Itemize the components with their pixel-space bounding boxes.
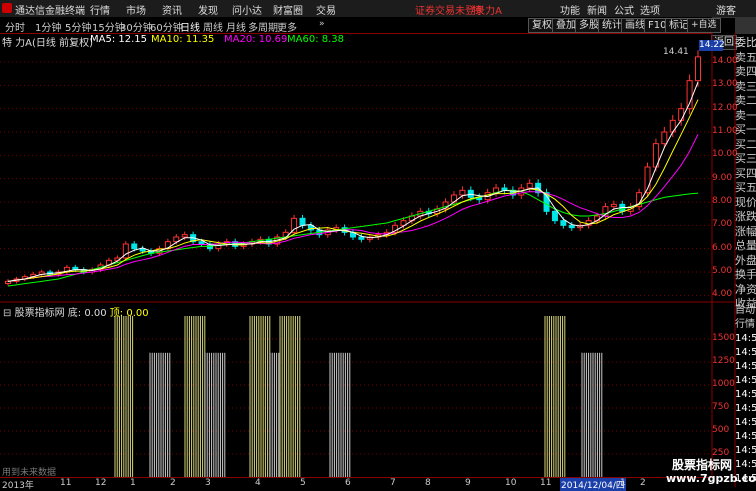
quote-label: 买三	[735, 152, 756, 165]
candle-body	[568, 224, 575, 229]
candle-body	[526, 182, 533, 189]
candle-body	[661, 131, 668, 145]
candle-body	[291, 217, 298, 233]
price-tick: 9.00	[712, 172, 733, 183]
price-tick: 8.00	[712, 196, 733, 206]
ma20-line	[7, 134, 699, 282]
indicator-bottom: 底: 0.00	[67, 308, 107, 319]
candle-body	[678, 108, 685, 121]
indicator-tick: 1500	[712, 333, 735, 343]
auto-label[interactable]: 自动	[735, 304, 756, 318]
price-tick: 14.00	[712, 56, 738, 66]
right-quote-panel: 委比 卖五 卖四 卖三 卖二 卖一 买一 买二 买三 买四 买五 现价 涨跌 涨…	[735, 36, 756, 312]
quote-label: 买一	[735, 123, 756, 136]
price-tick: 7.00	[712, 219, 733, 230]
tick-time: 14:5	[735, 361, 756, 372]
quote-label: 涨幅	[735, 224, 756, 238]
quote-label: 外盘	[735, 253, 756, 267]
price-tick: 5.00	[712, 266, 733, 276]
quote-label: 净资	[735, 282, 756, 296]
quote-label: 卖三	[735, 79, 756, 93]
quote-label: 卖五	[735, 50, 756, 64]
candle-body	[686, 80, 693, 110]
date-axis: 2013年 11 12 1 2 3 4 5 6 7 8 9 10 11 2014…	[0, 477, 712, 491]
high-price-label: 14.41	[663, 47, 689, 57]
candle-body	[5, 280, 11, 284]
tick-time: 14:5	[735, 431, 756, 442]
tick-time: 14:5	[735, 347, 756, 358]
ma5-line	[7, 81, 699, 282]
quote-label: 现价	[735, 195, 756, 209]
quote-label: 委比	[735, 36, 756, 49]
quote-label: 买四	[735, 166, 756, 180]
cursor-date: 2014/12/04/四	[560, 478, 626, 491]
tick-panel: 自动 行情 14:5 14:5 14:5 14:5 14:5 14:5 14:5…	[735, 304, 756, 486]
tick-time: 14:5	[735, 445, 756, 456]
tick-time: 14:5	[735, 459, 756, 470]
tick-label: 行情	[735, 319, 755, 330]
candle-body	[181, 234, 188, 238]
indicator-tick: 1000	[712, 379, 735, 389]
indicator-tick: 1250	[712, 356, 735, 366]
quote-label: 总量	[735, 239, 756, 252]
indicator-tick: 500	[712, 425, 730, 435]
candle-body	[610, 203, 617, 208]
candle-body	[459, 189, 466, 196]
candle-body	[299, 217, 306, 226]
candle-body	[551, 210, 558, 222]
quote-label: 买二	[735, 137, 756, 151]
price-tick: 11.00	[712, 126, 738, 136]
quote-label: 涨跌	[735, 210, 756, 223]
tick-time: 14:5	[735, 417, 756, 428]
tick-time: 14:5	[735, 389, 756, 400]
candle-body	[695, 56, 701, 82]
chart-canvas[interactable]	[0, 0, 756, 487]
candle-body	[131, 243, 138, 250]
tick-time: 14:5	[735, 375, 756, 386]
indicator-name[interactable]: 股票指标网	[15, 308, 65, 319]
watermark-url: www.7gpzb.com	[666, 472, 756, 485]
indicator-title: ⊟ 股票指标网 底: 0.00 顶: 0.00	[3, 304, 149, 319]
indicator-top: 顶: 0.00	[109, 308, 149, 319]
quote-label: 卖四	[735, 65, 756, 78]
quote-label: 卖二	[735, 94, 756, 107]
current-price-tag: 14.22	[699, 40, 725, 51]
price-tick: 12.00	[712, 102, 738, 113]
price-tick: 13.00	[712, 79, 738, 90]
candle-body	[560, 220, 567, 226]
candle-body	[198, 241, 205, 245]
ma10-line	[7, 99, 699, 282]
quote-label: 买五	[735, 181, 756, 194]
quote-label: 换手	[735, 268, 756, 281]
tick-time: 14:5	[735, 403, 756, 414]
indicator-tick: 750	[712, 402, 730, 412]
indicator-collapse-icon[interactable]: ⊟	[3, 308, 11, 319]
tick-time: 14:5	[735, 333, 756, 344]
watermark-title: 股票指标网	[672, 458, 733, 472]
x-tick: 2013年	[2, 481, 34, 491]
quote-label: 卖一	[735, 108, 756, 122]
candle-body	[358, 236, 365, 240]
price-tick: 6.00	[712, 242, 733, 253]
price-tick: 4.00	[712, 289, 733, 300]
price-tick: 10.00	[712, 149, 738, 160]
